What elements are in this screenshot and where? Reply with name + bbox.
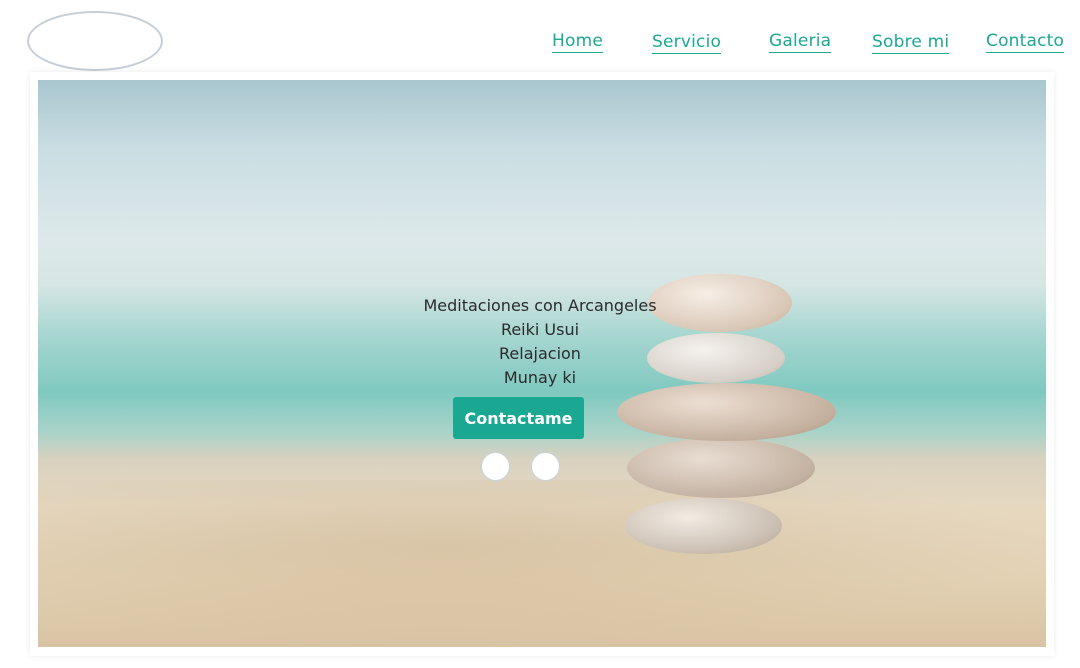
sand-texture	[38, 480, 1046, 647]
service-line: Relajacion	[499, 344, 581, 363]
nav-galeria[interactable]: Galeria	[769, 31, 832, 53]
contactame-button[interactable]: Contactame	[453, 397, 584, 439]
services-list: Meditaciones con Arcangeles Reiki Usui R…	[0, 294, 1080, 390]
main-nav: Home Servicio Galeria Sobre mi Contacto	[0, 0, 1080, 70]
nav-servicio[interactable]: Servicio	[652, 32, 722, 54]
service-line: Reiki Usui	[500, 320, 580, 339]
slider-dot-2[interactable]	[531, 452, 560, 481]
service-line: Meditaciones con Arcangeles	[423, 296, 657, 315]
nav-sobre-mi[interactable]: Sobre mi	[872, 32, 950, 54]
nav-home[interactable]: Home	[552, 31, 604, 53]
nav-contacto[interactable]: Contacto	[986, 31, 1065, 53]
slider-dot-1[interactable]	[481, 452, 510, 481]
service-line: Munay ki	[503, 368, 577, 387]
